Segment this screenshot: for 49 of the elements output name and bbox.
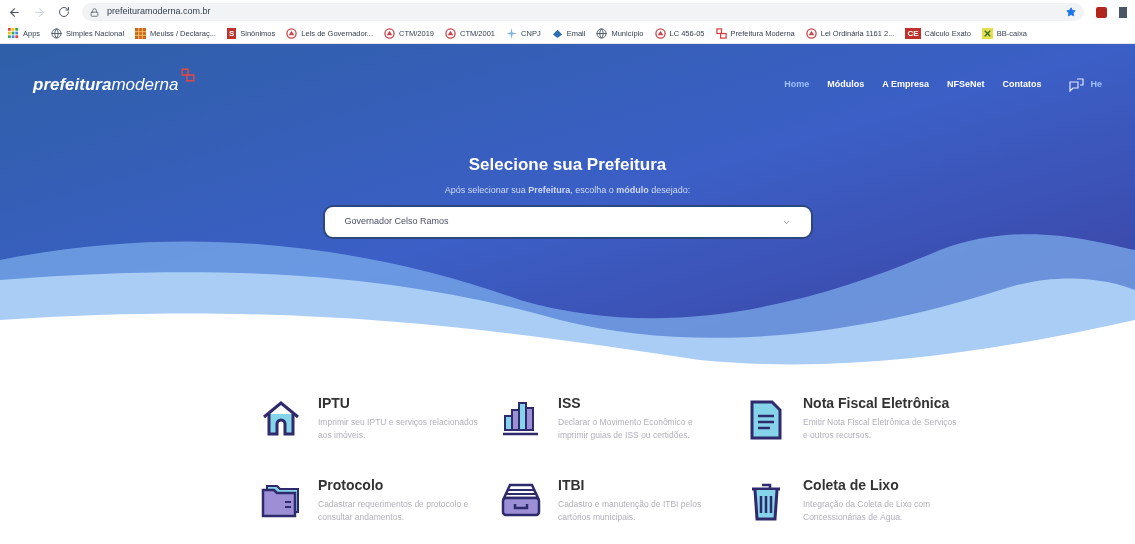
seal-icon	[445, 28, 457, 39]
module-title[interactable]: ISS	[558, 394, 718, 412]
municipality-select[interactable]: Governador Celso Ramos	[322, 205, 813, 239]
letter-icon: CE	[905, 28, 921, 39]
nav-link[interactable]: Módulos	[827, 78, 865, 92]
bookmark-star-icon[interactable]	[1066, 7, 1076, 17]
hero-title: Selecione sua Prefeitura	[468, 154, 667, 176]
extension-icon[interactable]	[1119, 6, 1127, 18]
globe-icon	[51, 28, 63, 39]
back-icon[interactable]	[8, 5, 21, 19]
seal-icon	[805, 28, 817, 39]
nav-link[interactable]: A Empresa	[882, 78, 929, 92]
document-icon	[750, 400, 782, 440]
globe-icon	[596, 28, 608, 39]
module-title[interactable]: ITBI	[558, 476, 718, 494]
nav-link[interactable]: NFSeNet	[946, 78, 985, 92]
folder-icon	[261, 482, 301, 518]
chat-help-icon[interactable]	[1069, 78, 1085, 92]
house-icon	[261, 400, 301, 436]
trash-can-icon	[750, 482, 782, 522]
seal-icon	[654, 28, 666, 39]
module-description: Declarar o Movimento Econômico e imprimir guias de ISS ou certidões.	[558, 416, 694, 442]
url-text: prefeituramoderna.com.br	[107, 5, 211, 19]
module-title[interactable]: Protocolo	[318, 476, 478, 494]
inbox-tray-icon	[500, 482, 542, 518]
hero-subtitle: Após selecionar sua Prefeitura, escolha o módulo desejado:	[444, 183, 691, 197]
bar-chart-icon	[502, 400, 540, 436]
grid-icon	[135, 28, 147, 39]
seal-icon	[384, 28, 395, 39]
module-description: Cadastrar requerimentos de protocolo e consultar andamentos.	[318, 498, 470, 524]
seal-icon	[286, 28, 298, 39]
reload-icon[interactable]	[58, 6, 70, 18]
nav-link[interactable]: Contatos	[1002, 78, 1042, 92]
module-title[interactable]: Coleta de Lixo	[803, 476, 963, 494]
module-description: Emitir Nota Fiscal Eletrônica de Serviços e outros recursos.	[803, 416, 958, 442]
logo-icon	[715, 28, 727, 39]
sparkle-icon	[506, 28, 518, 39]
module-title[interactable]: IPTU	[318, 394, 478, 412]
module-title[interactable]: Nota Fiscal Eletrônica	[803, 394, 963, 412]
module-description: Cadastro e manutenção de ITBI pelos cartórios municipais.	[558, 498, 703, 524]
brand-logo[interactable]: prefeituramoderna	[33, 72, 195, 98]
module-description: Integração da Coleta de Lixo com Concessionárias de Água.	[803, 498, 932, 524]
letter-icon: S	[226, 28, 237, 39]
module-description: Imprimir seu IPTU e serviços relacionados aos imóveis.	[318, 416, 478, 442]
address-bar[interactable]: prefeituramoderna.com.br	[82, 3, 1084, 21]
pdf-extension-icon[interactable]	[1096, 6, 1107, 18]
logo-icon	[180, 68, 195, 83]
apps-grid-icon	[8, 28, 19, 39]
lock-icon	[90, 7, 99, 17]
